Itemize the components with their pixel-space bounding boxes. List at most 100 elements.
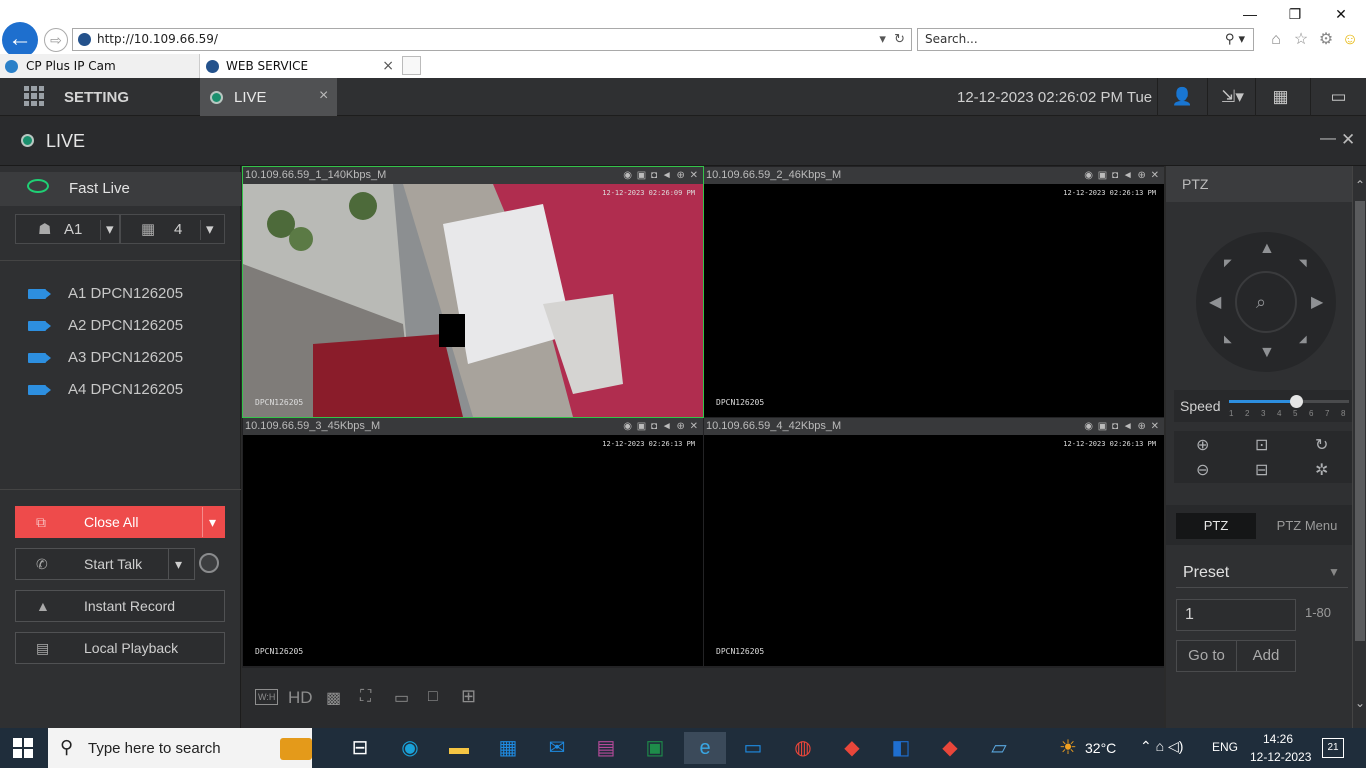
back-button[interactable]: ← xyxy=(2,22,38,58)
chevron-down-icon[interactable]: ▼ xyxy=(1328,565,1340,579)
anydesk-icon[interactable]: ◆ xyxy=(836,732,868,764)
fast-live-button[interactable]: Fast Live xyxy=(0,172,241,206)
pane-tools-icons[interactable]: ◉ ▣ ◘ ◄ ⊕ ✕ xyxy=(623,167,699,184)
layout-select[interactable]: ▦ 4 ▾ xyxy=(120,214,225,244)
live-tab[interactable]: LIVE × xyxy=(200,78,337,116)
store-icon[interactable]: ▦ xyxy=(492,732,524,764)
arrow-down-right-icon[interactable]: ◢ xyxy=(1299,334,1307,345)
chrome-icon[interactable]: ◍ xyxy=(787,732,819,764)
single-view-icon[interactable]: □ xyxy=(428,688,438,706)
taskbar-search-box[interactable]: ⚲ Type here to search xyxy=(48,728,312,768)
address-bar[interactable]: http://10.109.66.59/ ▾ ↻ xyxy=(72,28,912,51)
outlook-window-icon[interactable]: ▭ xyxy=(737,732,769,764)
fullscreen-icon[interactable]: ⛶ xyxy=(360,688,371,706)
anydesk-icon-2[interactable]: ◆ xyxy=(934,732,966,764)
scroll-up-icon[interactable]: ⌃ xyxy=(1353,178,1366,192)
local-playback-button[interactable]: ▤ Local Playback xyxy=(15,632,225,664)
tab-ptz[interactable]: PTZ xyxy=(1176,513,1256,539)
arrow-left-icon[interactable]: ◀ xyxy=(1209,292,1221,312)
excel-icon[interactable]: ▣ xyxy=(639,732,671,764)
hd-button[interactable]: HD xyxy=(288,688,313,708)
arrow-right-icon[interactable]: ▶ xyxy=(1311,292,1323,312)
qr-code-icon[interactable]: ▦ xyxy=(1255,78,1305,116)
remote-app-icon[interactable]: ▱ xyxy=(983,732,1015,764)
favorites-icon[interactable]: ☆ xyxy=(1291,30,1311,50)
refresh-icon[interactable]: ▾ ↻ xyxy=(879,29,905,50)
tray-icons[interactable]: ⌃ ⌂ ◁) xyxy=(1140,738,1183,755)
clock-time[interactable]: 14:26 xyxy=(1263,732,1293,746)
monitor-icon[interactable]: ▭ xyxy=(1310,78,1366,116)
tab-web-service[interactable]: WEB SERVICE × xyxy=(200,54,400,78)
camera-item-a4[interactable]: A4 DPCN126205 xyxy=(28,379,183,401)
arrow-up-right-icon[interactable]: ◥ xyxy=(1299,258,1307,269)
ie-icon[interactable]: e xyxy=(684,732,726,764)
camera-item-a3[interactable]: A3 DPCN126205 xyxy=(28,347,183,369)
video-pane-4[interactable]: 10.109.66.59_4_42Kbps_M ◉ ▣ ◘ ◄ ⊕ ✕ 12-12… xyxy=(704,418,1164,666)
arrow-up-left-icon[interactable]: ◤ xyxy=(1224,258,1232,269)
video-pane-1[interactable]: 10.109.66.59_1_140Kbps_M ◉ ▣ ◘ ◄ ⊕ ✕ 12-1… xyxy=(242,166,704,418)
talk-status-icon[interactable] xyxy=(199,553,219,573)
arrow-up-icon[interactable]: ▲ xyxy=(1259,240,1275,258)
scroll-down-icon[interactable]: ⌄ xyxy=(1353,696,1366,710)
mail-icon[interactable]: ✉ xyxy=(541,732,573,764)
winrar-icon[interactable]: ▤ xyxy=(590,732,622,764)
close-window-button[interactable]: ✕ xyxy=(1319,2,1363,26)
smooth-icon[interactable]: ▩ xyxy=(326,688,341,708)
minimize-panel-button[interactable]: — xyxy=(1320,130,1336,148)
logout-icon[interactable]: ⇲▾ xyxy=(1207,78,1257,116)
iris-close-icon[interactable]: ✲ xyxy=(1315,460,1328,480)
iris-open-icon[interactable]: ↻ xyxy=(1315,435,1328,455)
arrow-down-left-icon[interactable]: ◣ xyxy=(1224,334,1232,345)
forward-button[interactable]: ⇨ xyxy=(44,28,68,52)
tab-close-icon[interactable]: × xyxy=(382,54,394,78)
start-talk-button[interactable]: ✆ Start Talk ▾ xyxy=(15,548,195,580)
briefcase-icon[interactable] xyxy=(280,738,312,760)
close-all-button[interactable]: ⧉ Close All ▾ xyxy=(15,506,225,538)
task-view-icon[interactable]: ⊟ xyxy=(344,732,376,764)
search-box[interactable]: Search... ⚲ ▾ xyxy=(917,28,1254,51)
chevron-down-icon[interactable]: ▾ xyxy=(200,220,214,240)
windows-start-icon[interactable] xyxy=(13,738,33,758)
clock-date[interactable]: 12-12-2023 xyxy=(1250,750,1311,764)
home-icon[interactable]: ⌂ xyxy=(1266,30,1286,50)
zoom-in-icon[interactable]: ⊕ xyxy=(1196,435,1209,455)
chevron-down-icon[interactable]: ▾ xyxy=(168,549,182,579)
quad-view-icon[interactable]: ⊞ xyxy=(461,686,476,707)
edge-icon[interactable]: ◉ xyxy=(394,732,426,764)
camera-item-a2[interactable]: A2 DPCN126205 xyxy=(28,315,183,337)
pane-tools-icons[interactable]: ◉ ▣ ◘ ◄ ⊕ ✕ xyxy=(623,418,699,435)
smiley-icon[interactable]: ☺ xyxy=(1340,30,1360,50)
language-indicator[interactable]: ENG xyxy=(1212,740,1238,754)
video-pane-3[interactable]: 10.109.66.59_3_45Kbps_M ◉ ▣ ◘ ◄ ⊕ ✕ 12-12… xyxy=(243,418,703,666)
preset-number-input[interactable]: 1 xyxy=(1176,599,1296,631)
user-icon[interactable]: 👤 xyxy=(1157,78,1207,116)
close-icon[interactable]: × xyxy=(319,87,328,105)
file-explorer-icon[interactable]: ▬ xyxy=(443,732,475,764)
focus-far-icon[interactable]: ⊟ xyxy=(1255,460,1268,480)
window-split-icon[interactable]: ▭ xyxy=(394,688,409,708)
zoom-out-icon[interactable]: ⊖ xyxy=(1196,460,1209,480)
focus-near-icon[interactable]: ⊡ xyxy=(1255,435,1268,455)
chevron-down-icon[interactable]: ▾ xyxy=(100,220,114,240)
chevron-down-icon[interactable]: ▾ xyxy=(202,507,216,537)
outlook-icon[interactable]: ◧ xyxy=(885,732,917,764)
new-tab-button[interactable] xyxy=(402,56,421,75)
arrow-down-icon[interactable]: ▼ xyxy=(1259,344,1275,362)
scrollbar-thumb[interactable] xyxy=(1355,201,1365,641)
aspect-ratio-button[interactable]: W:H xyxy=(255,689,279,705)
preset-select[interactable]: Preset ▼ xyxy=(1176,556,1348,588)
tab-ptz-menu[interactable]: PTZ Menu xyxy=(1262,513,1352,539)
minimize-window-button[interactable]: — xyxy=(1228,2,1272,26)
search-icon[interactable]: ⚲ ▾ xyxy=(1225,29,1245,50)
gear-icon[interactable]: ⚙ xyxy=(1316,30,1336,50)
close-panel-button[interactable]: ✕ xyxy=(1341,130,1355,150)
vertical-scrollbar[interactable]: ⌃ ⌄ xyxy=(1352,166,1366,728)
restore-window-button[interactable]: ❐ xyxy=(1273,2,1317,26)
tab-cp-plus[interactable]: CP Plus IP Cam xyxy=(0,54,200,78)
setting-menu[interactable]: SETTING xyxy=(64,89,129,106)
pane-tools-icons[interactable]: ◉ ▣ ◘ ◄ ⊕ ✕ xyxy=(1084,167,1160,184)
pane-tools-icons[interactable]: ◉ ▣ ◘ ◄ ⊕ ✕ xyxy=(1084,418,1160,435)
speed-slider-handle[interactable] xyxy=(1290,395,1303,408)
video-pane-2[interactable]: 10.109.66.59_2_46Kbps_M ◉ ▣ ◘ ◄ ⊕ ✕ 12-12… xyxy=(704,167,1164,417)
instant-record-button[interactable]: ▲ Instant Record xyxy=(15,590,225,622)
